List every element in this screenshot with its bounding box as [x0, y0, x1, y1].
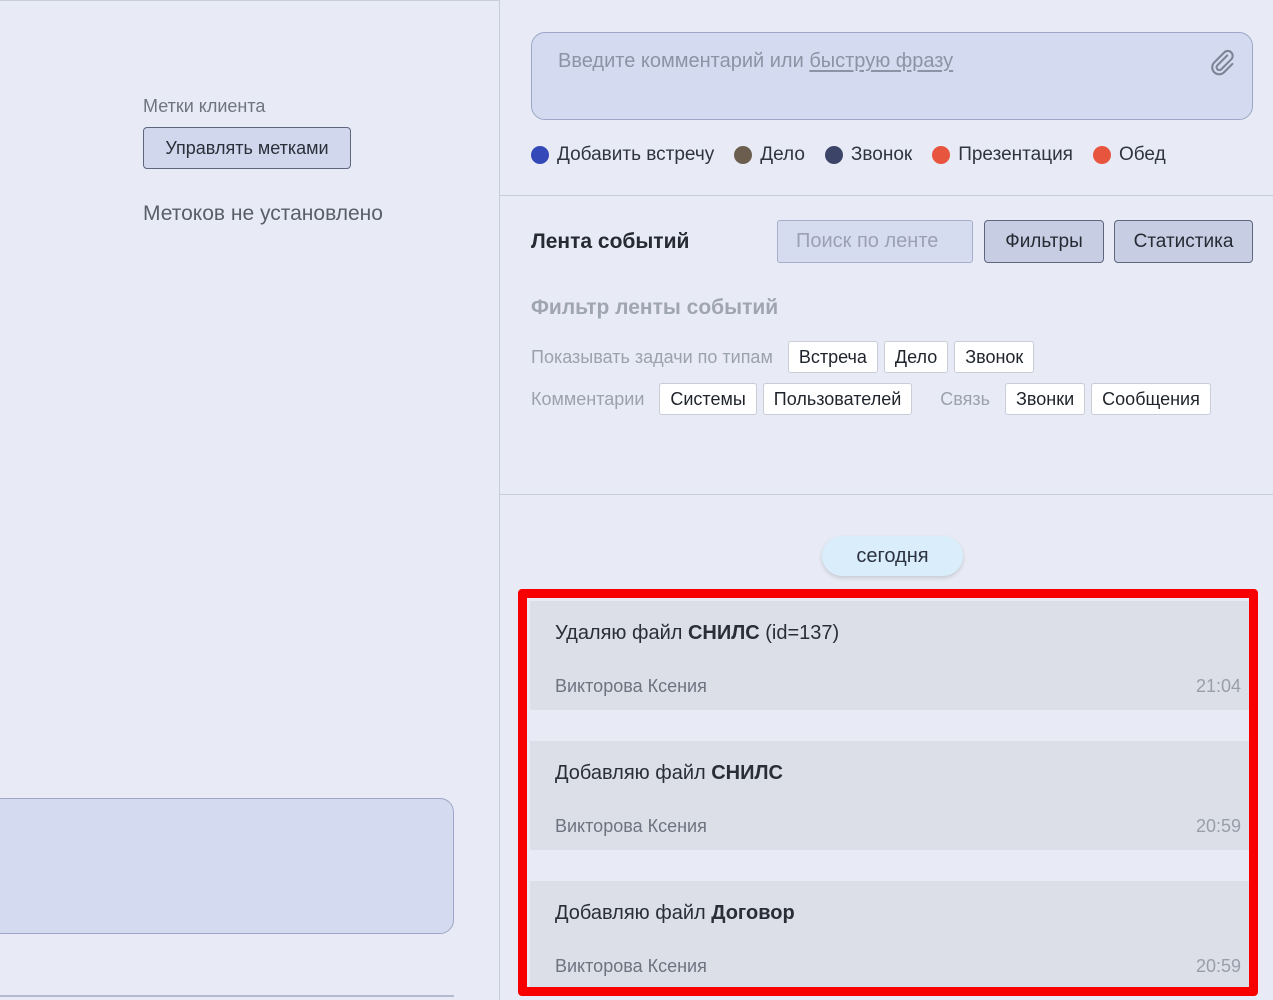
- filter-chip-messages[interactable]: Сообщения: [1091, 383, 1211, 415]
- filter-chip-users[interactable]: Пользователей: [762, 383, 913, 415]
- tags-label: Метки клиента: [143, 96, 266, 116]
- section-divider: [500, 494, 1273, 495]
- feed-search-input[interactable]: [777, 220, 973, 263]
- comment-placeholder-text: Введите комментарий или: [558, 50, 804, 72]
- highlighted-events-frame: Удаляю файл СНИЛС (id=137) Викторова Ксе…: [518, 589, 1258, 996]
- event-author: Викторова Ксения: [555, 816, 707, 836]
- statistics-button[interactable]: Статистика: [1114, 220, 1253, 263]
- event-author: Викторова Ксения: [555, 676, 707, 696]
- event-type-dot-icon: [1092, 146, 1111, 164]
- event-type-item[interactable]: Обед: [1092, 144, 1166, 166]
- filter-row-comments: Комментарии Системы Пользователей Связь …: [531, 383, 1211, 415]
- event-type-dot-icon: [734, 146, 753, 164]
- filter-heading: Фильтр ленты событий: [531, 296, 779, 319]
- event-text: Удаляю файл СНИЛС (id=137): [555, 622, 840, 644]
- paperclip-icon[interactable]: [1208, 48, 1236, 78]
- filter-label-task-types: Показывать задачи по типам: [531, 346, 773, 367]
- event-type-label: Дело: [760, 144, 805, 165]
- event-type-item[interactable]: Добавить встречу: [531, 144, 714, 166]
- filter-chip-meeting[interactable]: Встреча: [787, 341, 878, 373]
- filter-chip-call[interactable]: Звонок: [954, 341, 1035, 373]
- event-type-dot-icon: [932, 146, 951, 164]
- comment-placeholder: Введите комментарий или быструю фразу: [558, 50, 953, 73]
- comment-input[interactable]: Введите комментарий или быструю фразу: [531, 32, 1253, 120]
- event-text: Добавляю файл СНИЛС: [555, 762, 783, 784]
- quick-phrase-link[interactable]: быструю фразу: [809, 50, 953, 72]
- event-type-label: Обед: [1118, 144, 1166, 165]
- event-time: 21:04: [1195, 676, 1241, 696]
- event-card[interactable]: Добавляю файл СНИЛС Викторова Ксения 20:…: [530, 741, 1249, 850]
- feed-title: Лента событий: [531, 230, 690, 253]
- event-type-item[interactable]: Дело: [734, 144, 805, 166]
- left-text-area[interactable]: [0, 798, 454, 934]
- date-separator: сегодня: [822, 536, 963, 576]
- event-author: Викторова Ксения: [555, 956, 707, 976]
- filter-label-comments: Комментарии: [531, 388, 645, 409]
- event-type-dot-icon: [531, 146, 549, 164]
- event-type-item[interactable]: Звонок: [824, 144, 913, 166]
- event-type-label: Презентация: [958, 144, 1073, 165]
- event-type-label: Звонок: [850, 144, 913, 165]
- filter-label-communication: Связь: [940, 388, 991, 409]
- event-time: 20:59: [1195, 956, 1241, 976]
- event-time: 20:59: [1195, 816, 1241, 836]
- filter-chip-task[interactable]: Дело: [883, 341, 949, 373]
- left-panel: Метки клиента Управлять метками Метоков …: [0, 0, 500, 1000]
- left-bottom-divider: [0, 995, 454, 997]
- filter-chip-system[interactable]: Системы: [659, 383, 757, 415]
- section-divider: [500, 195, 1273, 196]
- filters-button[interactable]: Фильтры: [984, 220, 1104, 263]
- filter-row-task-types: Показывать задачи по типам Встреча Дело …: [531, 341, 1035, 373]
- filter-chip-calls[interactable]: Звонки: [1005, 383, 1086, 415]
- event-card[interactable]: Удаляю файл СНИЛС (id=137) Викторова Ксе…: [530, 601, 1249, 710]
- event-type-list: Добавить встречу Дело Звонок Презентация Обе…: [531, 142, 1186, 168]
- manage-tags-button[interactable]: Управлять метками: [143, 127, 351, 169]
- event-type-dot-icon: [824, 146, 843, 164]
- event-type-item[interactable]: Презентация: [932, 144, 1073, 166]
- event-card[interactable]: Добавляю файл Договор Викторова Ксения 2…: [530, 881, 1249, 987]
- no-tags-text: Метоков не установлено: [143, 202, 383, 225]
- event-text: Добавляю файл Договор: [555, 902, 795, 924]
- event-type-label: Добавить встречу: [557, 144, 715, 165]
